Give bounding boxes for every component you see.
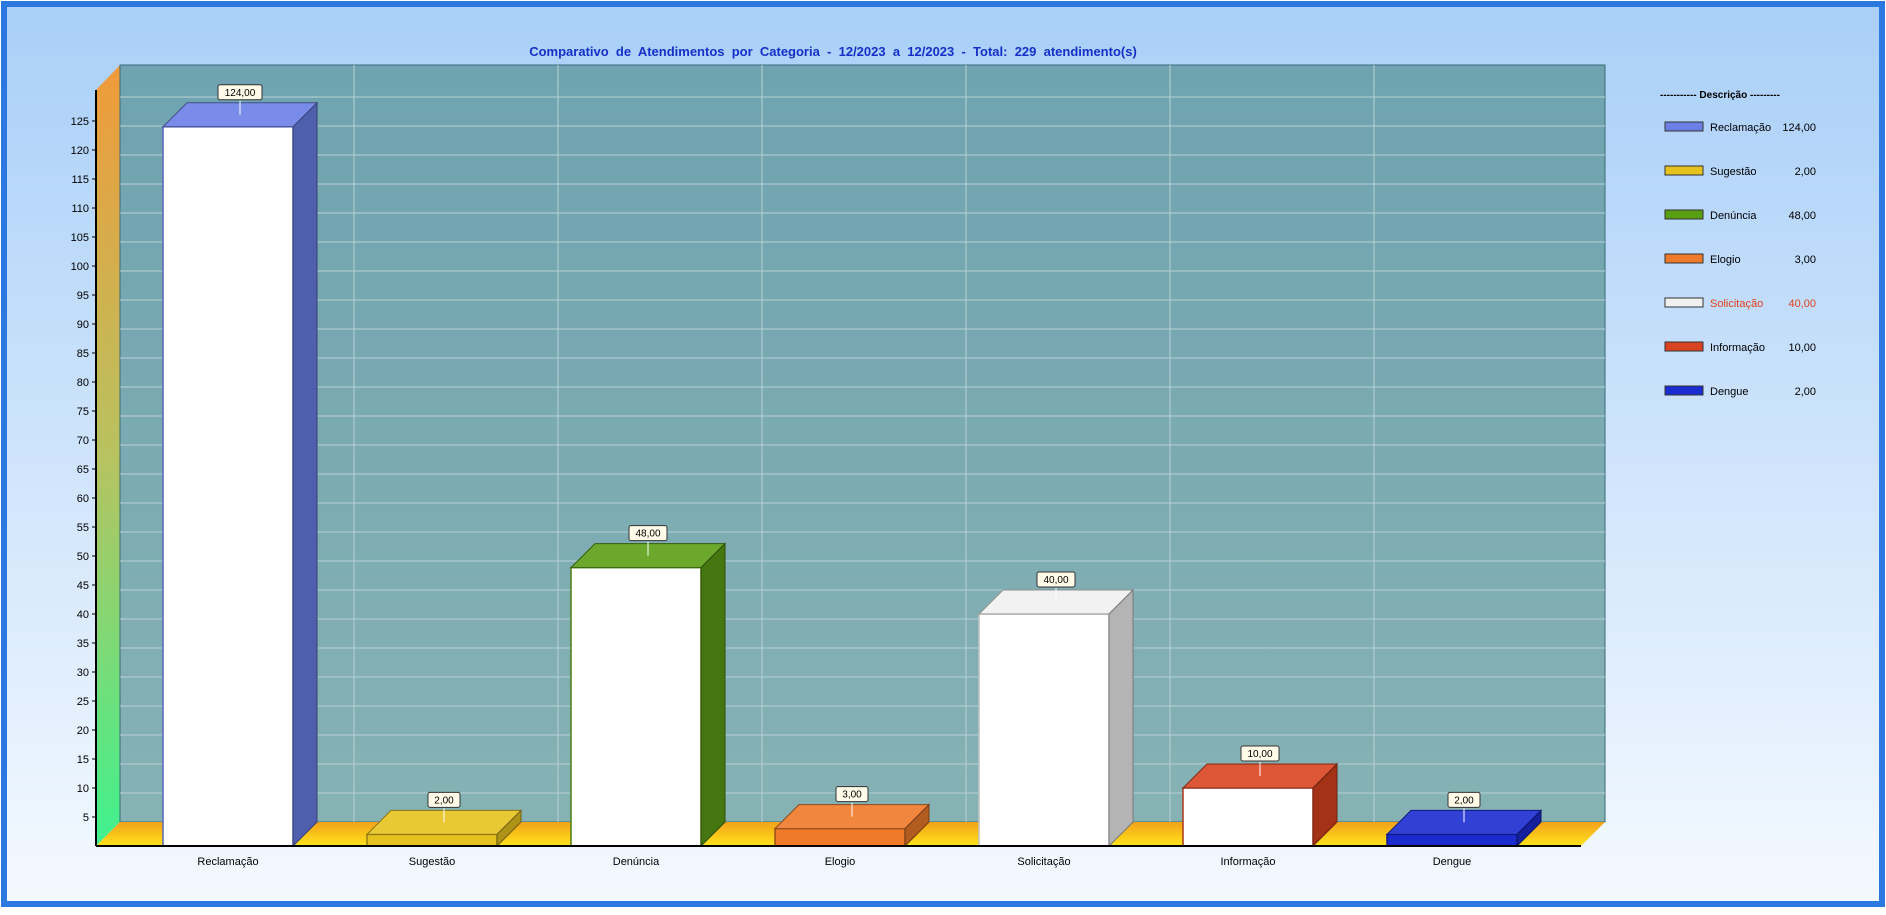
y-tick-label: 35 <box>77 638 89 650</box>
x-tick-label: Elogio <box>825 856 856 868</box>
y-tick-label: 10 <box>77 783 89 795</box>
chart-frame: Comparativo de Atendimentos por Categori… <box>1 1 1885 907</box>
legend-label: Denúncia <box>1710 210 1757 222</box>
y-tick-label: 40 <box>77 609 89 621</box>
legend-value: 124,00 <box>1782 122 1816 134</box>
x-tick-label: Sugestão <box>409 856 455 868</box>
bar-side <box>700 542 726 848</box>
legend-title: ----------- Descrição --------- <box>1660 90 1780 101</box>
y-tick-label: 65 <box>77 464 89 476</box>
legend-label: Elogio <box>1710 254 1741 266</box>
bar-reclamação: 124,00 <box>161 84 319 848</box>
bar-front <box>774 827 906 847</box>
y-tick-label: 20 <box>77 725 89 737</box>
legend-swatch <box>1664 385 1704 396</box>
bar-front <box>978 613 1110 847</box>
y-tick-label: 50 <box>77 551 89 563</box>
y-tick-label: 90 <box>77 319 89 331</box>
y-tick-label: 45 <box>77 580 89 592</box>
y-tick-label: 60 <box>77 493 89 505</box>
y-tick-label: 55 <box>77 522 89 534</box>
legend-swatch <box>1664 165 1704 176</box>
side-wall <box>96 65 120 846</box>
x-tick-label: Solicitação <box>1017 856 1070 868</box>
y-tick-label: 15 <box>77 754 89 766</box>
y-tick-label: 85 <box>77 348 89 360</box>
legend-swatch <box>1664 209 1704 220</box>
legend-label: Sugestão <box>1710 166 1756 178</box>
y-tick-label: 80 <box>77 377 89 389</box>
bar-front <box>1182 787 1314 847</box>
y-tick-label: 25 <box>77 696 89 708</box>
y-tick-label: 110 <box>71 203 89 215</box>
data-label: 48,00 <box>635 529 660 540</box>
legend-swatch <box>1664 253 1704 264</box>
x-tick-label: Informação <box>1220 856 1275 868</box>
y-tick-label: 125 <box>71 116 89 128</box>
legend-label: Solicitação <box>1710 298 1763 310</box>
y-tick-label: 30 <box>77 667 89 679</box>
x-tick-label: Dengue <box>1433 856 1472 868</box>
x-tick-label: Denúncia <box>613 856 660 868</box>
data-label: 10,00 <box>1247 749 1272 760</box>
legend-label: Reclamação <box>1710 122 1771 134</box>
bar-front <box>162 126 294 847</box>
data-label: 3,00 <box>842 790 862 801</box>
y-tick-label: 105 <box>71 232 89 244</box>
bar-front <box>1386 833 1518 847</box>
legend-value: 2,00 <box>1795 386 1816 398</box>
y-tick-label: 70 <box>77 435 89 447</box>
legend-value: 2,00 <box>1795 166 1816 178</box>
legend-label: Informação <box>1710 342 1765 354</box>
legend-swatch <box>1664 341 1704 352</box>
legend-value: 10,00 <box>1788 342 1816 354</box>
legend-swatch <box>1664 297 1704 308</box>
bar-front <box>570 566 702 847</box>
chart-title: Comparativo de Atendimentos por Categori… <box>529 44 1137 59</box>
legend-swatch <box>1664 121 1704 132</box>
data-label: 124,00 <box>225 88 256 99</box>
y-tick-label: 95 <box>77 290 89 302</box>
bar-solicitação: 40,00 <box>977 571 1135 848</box>
y-tick-label: 120 <box>71 145 89 157</box>
plot-back-wall <box>119 64 1606 823</box>
legend-value: 40,00 <box>1788 298 1816 310</box>
bar-side <box>1108 588 1134 848</box>
y-tick-label: 75 <box>77 406 89 418</box>
legend-value: 3,00 <box>1795 254 1816 266</box>
bar-front <box>366 833 498 847</box>
y-tick-label: 5 <box>83 812 89 824</box>
legend-value: 48,00 <box>1788 210 1816 222</box>
y-tick-label: 100 <box>71 261 89 273</box>
legend-label: Dengue <box>1710 386 1749 398</box>
y-tick-label: 115 <box>71 174 89 186</box>
bar-denúncia: 48,00 <box>569 525 727 848</box>
data-label: 2,00 <box>434 795 454 806</box>
data-label: 40,00 <box>1043 575 1068 586</box>
x-tick-label: Reclamação <box>197 856 258 868</box>
data-label: 2,00 <box>1454 795 1474 806</box>
bar-side <box>292 101 318 848</box>
